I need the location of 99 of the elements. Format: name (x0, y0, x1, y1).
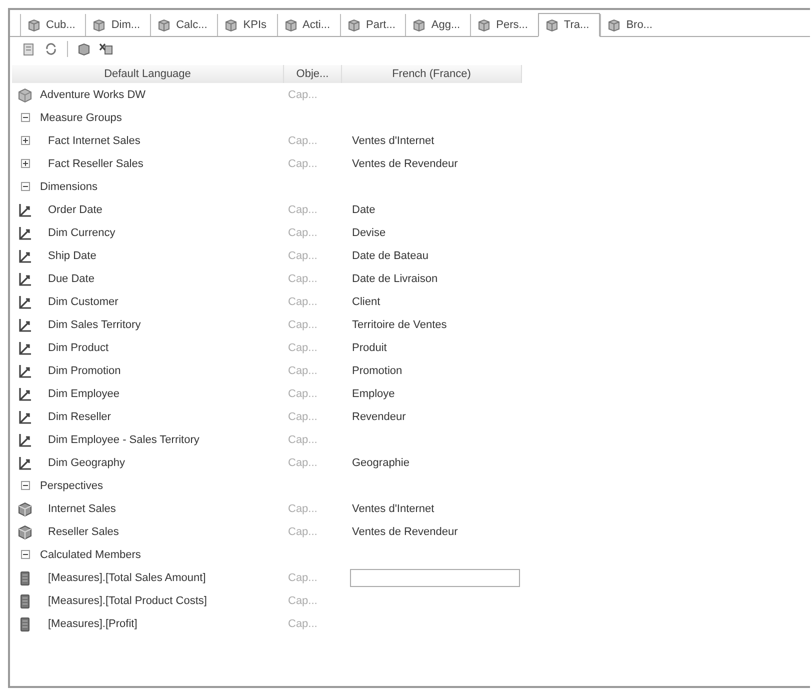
column-header[interactable]: French (France) (342, 65, 522, 83)
caption-label: Cap... (288, 134, 318, 146)
axis-arrow-icon (17, 454, 33, 470)
object-name: Due Date (48, 272, 94, 284)
cube-icon (77, 42, 91, 56)
axis-arrow-icon (17, 202, 33, 218)
translation-text: Date (352, 204, 376, 216)
group-label: Calculated Members (40, 548, 141, 560)
caption-label: Cap... (288, 364, 318, 376)
object-name: Dim Promotion (48, 364, 121, 376)
caption-label: Cap... (288, 388, 318, 400)
axis-arrow-icon (17, 362, 33, 378)
axis-arrow-icon (17, 270, 33, 286)
object-name: [Measures].[Profit] (48, 618, 138, 630)
object-name: Internet Sales (48, 502, 116, 514)
translation-text: Ventes d'Internet (352, 134, 434, 146)
object-name: Order Date (48, 204, 102, 216)
translation-text: Revendeur (352, 410, 406, 422)
caption-label: Cap... (288, 410, 318, 422)
translation-text: Employe (352, 388, 395, 400)
axis-arrow-icon (17, 408, 33, 424)
translation-text: Devise (352, 226, 386, 238)
refresh-icon (44, 42, 58, 56)
cube-icon (17, 86, 33, 102)
caption-label: Cap... (288, 204, 318, 216)
object-name: Fact Internet Sales (48, 134, 140, 146)
cube-icon (17, 524, 33, 540)
caption-label: Cap... (288, 226, 318, 238)
tab[interactable]: Tra... (538, 13, 600, 37)
group-label: Measure Groups (40, 112, 122, 124)
translation-text: Ventes de Revendeur (352, 158, 458, 170)
axis-arrow-icon (17, 248, 33, 264)
caption-label: Cap... (288, 526, 318, 538)
caption-label: Cap... (288, 250, 318, 262)
cube-icon (27, 18, 41, 32)
collapse-toggle[interactable] (20, 113, 30, 122)
axis-arrow-icon (17, 224, 33, 240)
object-name: Reseller Sales (48, 526, 119, 538)
object-name: Dim Reseller (48, 410, 111, 422)
translation-text: Date de Livraison (352, 272, 438, 284)
object-name: Dim Customer (48, 296, 118, 308)
object-name: Dim Currency (48, 226, 116, 238)
cube-icon (477, 18, 492, 32)
cube-icon (347, 18, 362, 32)
translation-text: Ventes d'Internet (352, 502, 434, 514)
column-header[interactable]: Obje... (284, 65, 342, 83)
caption-label: Cap... (288, 572, 318, 584)
cube-icon (157, 18, 172, 32)
caption-label: Cap... (288, 434, 318, 446)
caption-label: Cap... (288, 502, 318, 514)
object-name: [Measures].[Total Product Costs] (48, 594, 207, 606)
delete-icon (99, 42, 113, 56)
group-label: Perspectives (40, 480, 103, 492)
cube-icon (544, 18, 559, 32)
caption-label: Cap... (288, 318, 318, 330)
axis-arrow-icon (17, 386, 33, 402)
cube-icon (224, 18, 238, 32)
caption-label: Cap... (288, 594, 318, 606)
cube-icon (92, 18, 106, 32)
cube-icon (412, 18, 426, 32)
translation-field[interactable] (350, 568, 520, 586)
translation-text: Territoire de Ventes (352, 318, 447, 330)
translation-text: Promotion (352, 364, 402, 376)
translation-text: Produit (352, 342, 387, 354)
group-label: Dimensions (40, 180, 98, 192)
caption-label: Cap... (288, 342, 318, 354)
cube-icon (284, 18, 298, 32)
expand-toggle[interactable] (20, 159, 30, 168)
collapse-toggle[interactable] (20, 481, 30, 490)
cube-icon (607, 18, 622, 32)
axis-arrow-icon (17, 294, 33, 310)
object-name: Dim Employee - Sales Territory (48, 434, 200, 446)
object-name: Dim Geography (48, 456, 126, 468)
collapse-toggle[interactable] (20, 550, 30, 559)
translation-text: Geographie (352, 456, 410, 468)
object-name: [Measures].[Total Sales Amount] (48, 572, 206, 584)
caption-label: Cap... (288, 618, 318, 630)
expand-toggle[interactable] (20, 136, 30, 145)
object-name: Adventure Works DW (40, 88, 146, 100)
axis-arrow-icon (17, 432, 33, 448)
collapse-toggle[interactable] (20, 182, 30, 191)
object-name: Dim Employee (48, 388, 120, 400)
translation-text: Ventes de Revendeur (352, 526, 458, 538)
cube-icon (17, 500, 33, 516)
object-name: Ship Date (48, 250, 96, 262)
column-header[interactable]: Default Language (12, 65, 284, 83)
caption-label: Cap... (288, 296, 318, 308)
caption-label: Cap... (288, 272, 318, 284)
object-name: Dim Product (48, 342, 109, 354)
caption-label: Cap... (288, 158, 318, 170)
axis-arrow-icon (17, 340, 33, 356)
translation-text: Client (352, 296, 380, 308)
object-name: Dim Sales Territory (48, 318, 141, 330)
page-icon (22, 42, 36, 56)
translation-text: Date de Bateau (352, 250, 428, 262)
caption-label: Cap... (288, 456, 318, 468)
caption-label: Cap... (288, 88, 318, 100)
axis-arrow-icon (17, 316, 33, 332)
object-name: Fact Reseller Sales (48, 158, 144, 170)
